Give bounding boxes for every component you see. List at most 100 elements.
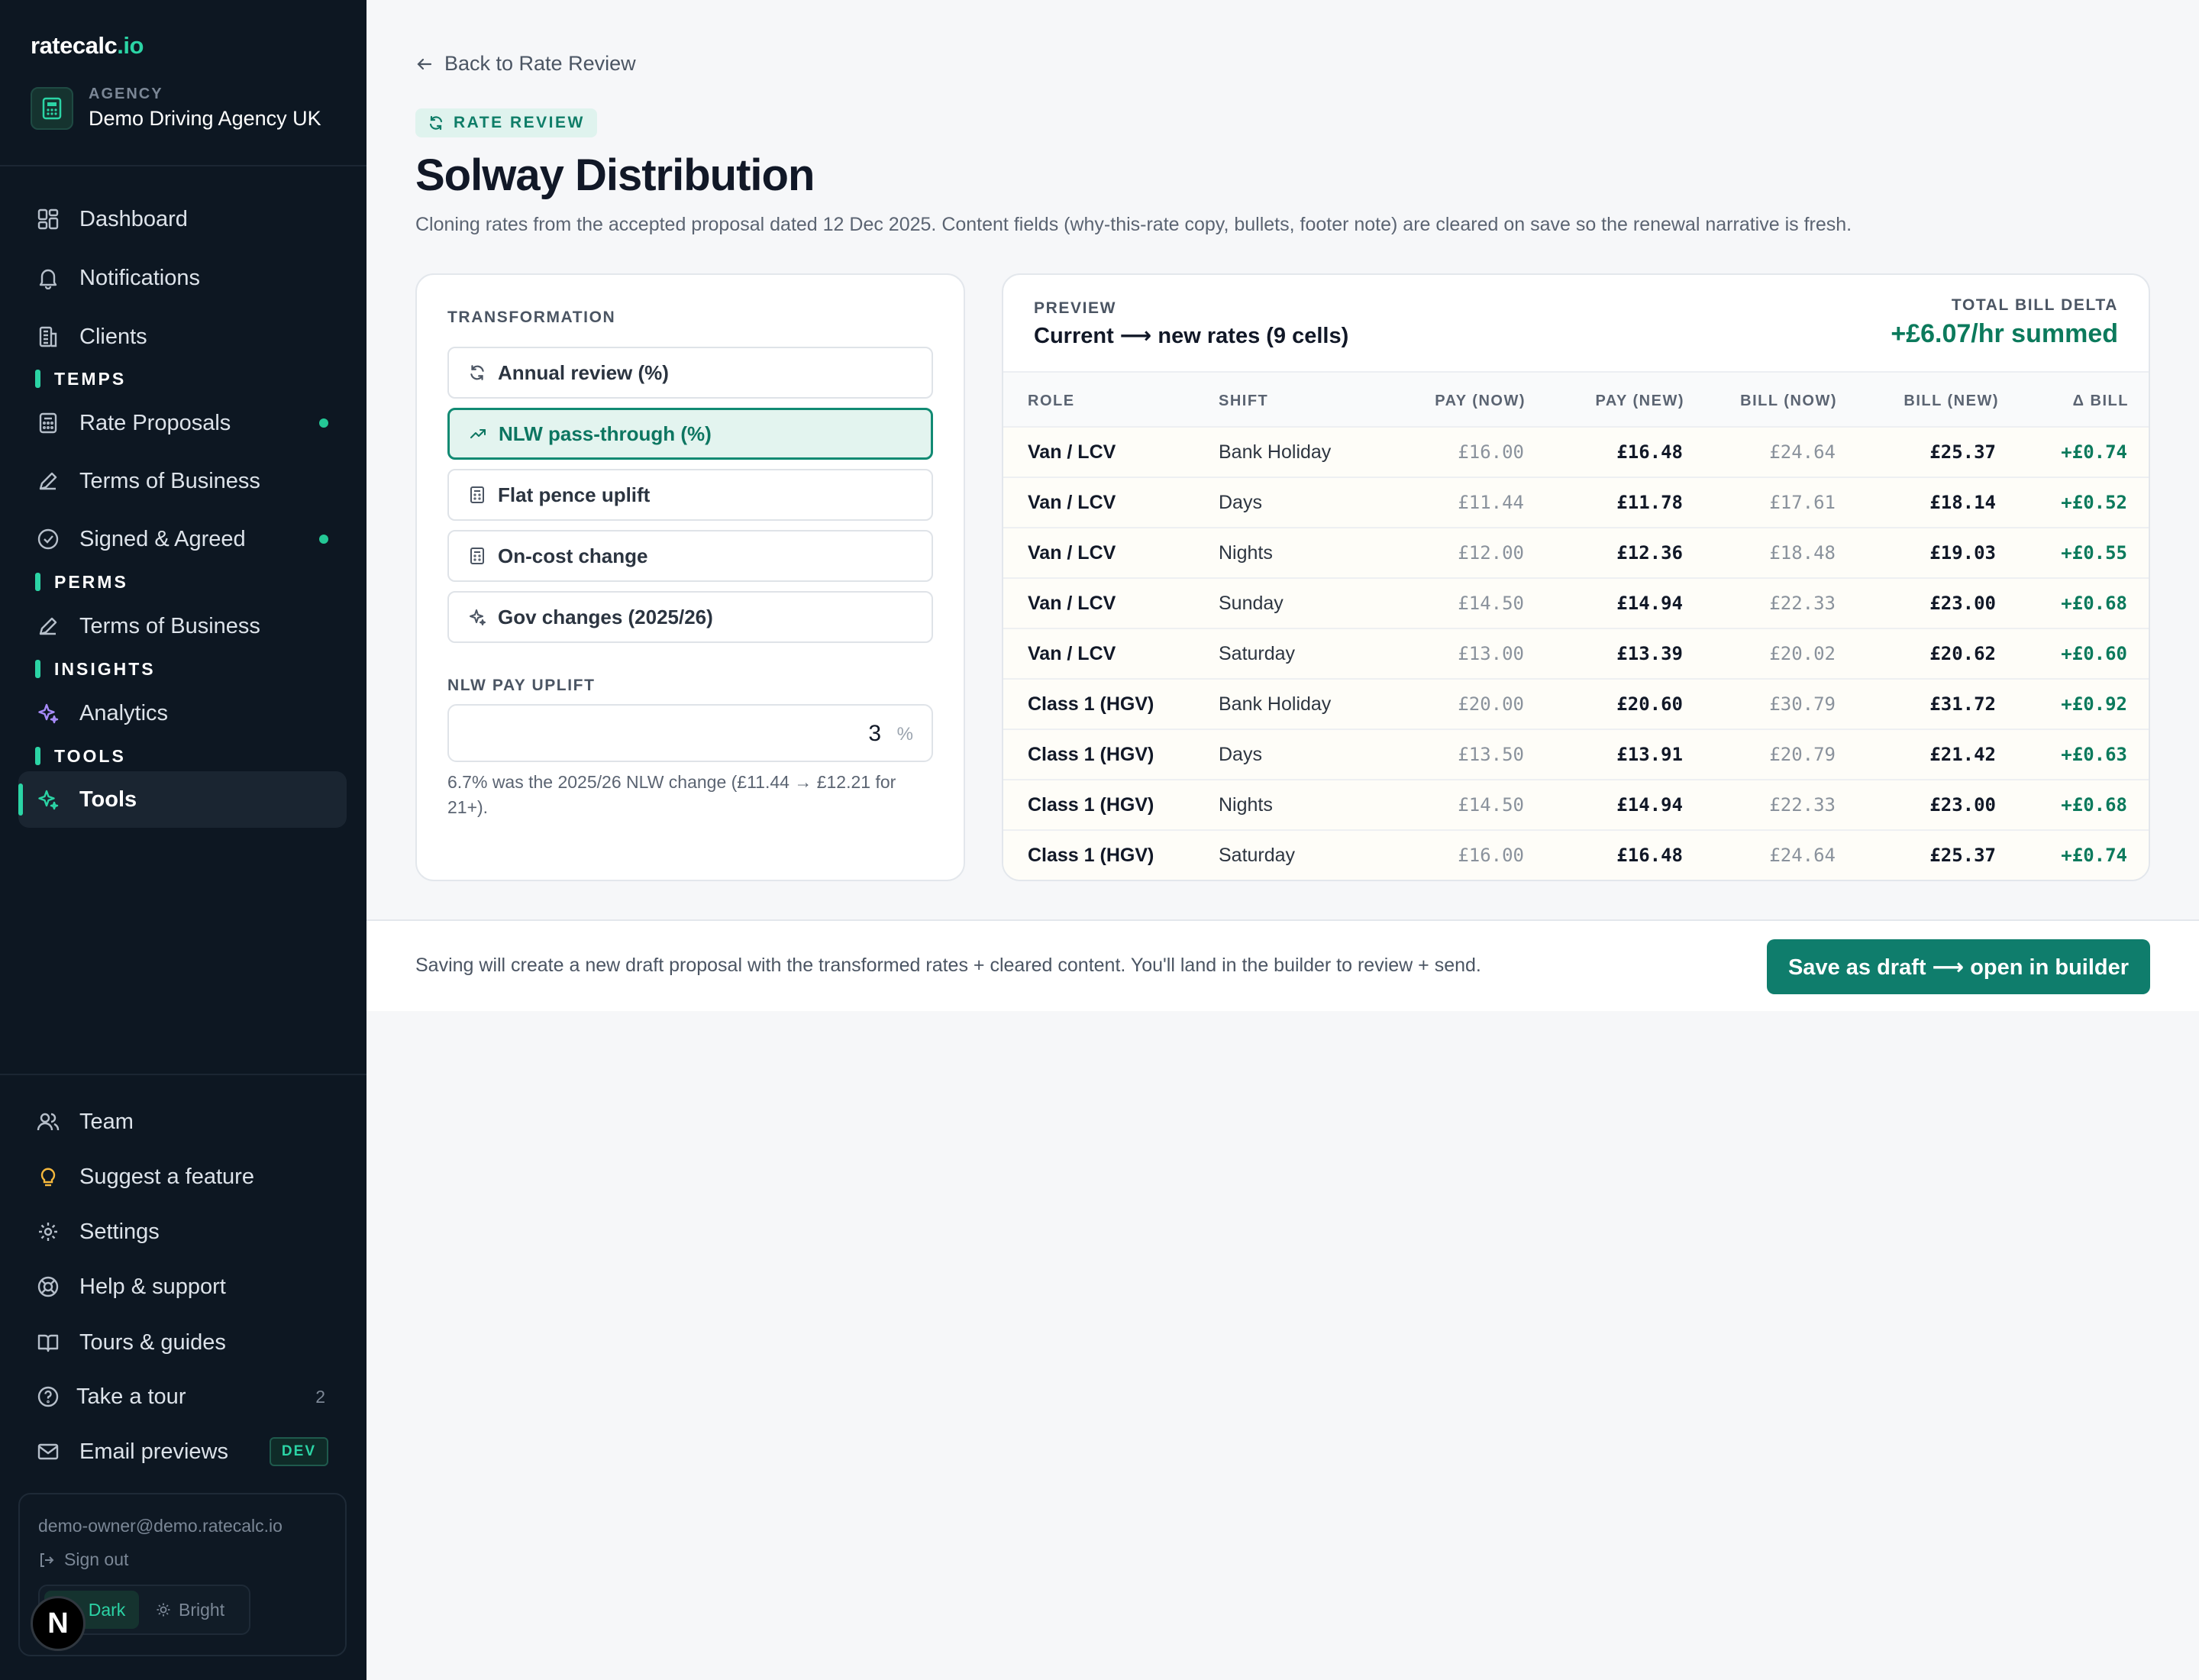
cell-delta-bill: +£0.74	[2061, 845, 2127, 866]
save-draft-button[interactable]: Save as draft ⟶ open in builder	[1767, 939, 2150, 994]
sidebar-item-settings[interactable]: Settings	[18, 1203, 347, 1260]
column-header-bill-new: BILL (NEW)	[1904, 393, 1999, 409]
sidebar-item-team[interactable]: Team	[18, 1094, 347, 1150]
cell-role: Van / LCV	[1028, 542, 1116, 564]
cell-delta-bill: +£0.92	[2061, 693, 2127, 715]
back-link[interactable]: Back to Rate Review	[415, 52, 636, 76]
option-flat-pence-uplift[interactable]: Flat pence uplift	[447, 469, 933, 521]
option-on-cost-change[interactable]: On-cost change	[447, 530, 933, 582]
option-annual-review[interactable]: Annual review (%)	[447, 347, 933, 399]
uplift-hint: 6.7% was the 2025/26 NLW change (£11.44 …	[447, 772, 896, 817]
option-nlw-pass-through[interactable]: NLW pass-through (%)	[447, 408, 933, 460]
sidebar-item-notifications[interactable]: Notifications	[18, 250, 347, 306]
total-delta-value: +£6.07/hr summed	[1891, 319, 2118, 348]
sidebar-item-analytics[interactable]: Analytics	[18, 685, 347, 741]
refresh-icon	[467, 363, 487, 383]
cell-pay-now: £13.00	[1458, 643, 1524, 664]
cell-role: Class 1 (HGV)	[1028, 744, 1154, 765]
cell-pay-new: £14.94	[1616, 593, 1683, 614]
transformation-card: TRANSFORMATION Annual review (%) NLW pas…	[415, 273, 965, 881]
sidebar-divider	[0, 1074, 366, 1075]
sidebar-item-terms-of-business-temps[interactable]: Terms of Business	[18, 453, 347, 509]
sidebar: ratecalc.io AGENCY Demo Driving Agency U…	[0, 0, 366, 1680]
nlw-pay-uplift-input[interactable]: 3 %	[447, 704, 933, 762]
uplift-label: NLW PAY UPLIFT	[447, 677, 596, 694]
sidebar-item-suggest-feature[interactable]: Suggest a feature	[18, 1149, 347, 1205]
page-title: Solway Distribution	[415, 150, 815, 200]
cell-bill-now: £20.02	[1769, 643, 1836, 664]
cell-pay-new: £13.39	[1616, 643, 1683, 664]
agency-kicker: AGENCY	[89, 86, 163, 102]
option-label: NLW pass-through (%)	[499, 422, 712, 445]
building-icon	[35, 324, 61, 350]
users-icon	[35, 1109, 61, 1135]
cell-shift: Sunday	[1219, 593, 1284, 614]
cell-shift: Days	[1219, 744, 1262, 765]
sidebar-item-label: Terms of Business	[79, 613, 260, 638]
cell-shift: Nights	[1219, 542, 1273, 564]
cell-shift: Days	[1219, 492, 1262, 513]
sidebar-item-label: Rate Proposals	[79, 410, 231, 435]
sidebar-item-label: Tools	[79, 787, 137, 812]
cell-bill-now: £20.79	[1769, 744, 1836, 765]
sidebar-item-clients[interactable]: Clients	[18, 309, 347, 365]
cell-role: Class 1 (HGV)	[1028, 693, 1154, 715]
cell-pay-now: £12.00	[1458, 542, 1524, 564]
column-header-delta-bill: Δ BILL	[2072, 393, 2129, 409]
dashboard-icon	[35, 206, 61, 232]
sidebar-item-tours[interactable]: Tours & guides	[18, 1314, 347, 1371]
gear-icon	[35, 1219, 61, 1245]
table-row: Van / LCV Bank Holiday £16.00 £16.48 £24.64 £…	[1003, 426, 2149, 477]
dev-badge: DEV	[269, 1437, 328, 1466]
cell-bill-new: £31.72	[1929, 693, 1996, 715]
table-row: Class 1 (HGV) Days £13.50 £13.91 £20.79 £21.4…	[1003, 729, 2149, 779]
section-label-insights: INSIGHTS	[35, 658, 156, 680]
book-icon	[35, 1329, 61, 1355]
cell-pay-new: £12.36	[1616, 542, 1683, 564]
sparkle-icon	[467, 607, 487, 627]
save-footer-text: Saving will create a new draft proposal …	[415, 955, 1481, 976]
mail-icon	[35, 1439, 61, 1465]
table-row: Van / LCV Days £11.44 £11.78 £17.61 £18.14 +£0…	[1003, 477, 2149, 527]
sidebar-item-label: Analytics	[79, 700, 169, 725]
sidebar-item-rate-proposals[interactable]: Rate Proposals	[18, 395, 347, 451]
cell-bill-new: £25.37	[1929, 845, 1996, 866]
cell-pay-new: £16.48	[1616, 441, 1683, 463]
sign-out-link[interactable]: Sign out	[38, 1549, 128, 1570]
cell-pay-now: £16.00	[1458, 441, 1524, 463]
cell-pay-new: £20.60	[1616, 693, 1683, 715]
sidebar-item-help[interactable]: Help & support	[18, 1258, 347, 1315]
sidebar-item-take-tour[interactable]: Take a tour 2	[18, 1368, 347, 1425]
theme-bright-option[interactable]: Bright	[147, 1591, 246, 1629]
cell-bill-now: £18.48	[1769, 542, 1836, 564]
agency-switcher[interactable]: AGENCY Demo Driving Agency UK	[31, 84, 351, 133]
sign-out-label: Sign out	[64, 1549, 129, 1569]
account-email: demo-owner@demo.ratecalc.io	[38, 1516, 283, 1536]
cell-bill-now: £24.64	[1769, 441, 1836, 463]
cell-pay-now: £14.50	[1458, 593, 1524, 614]
cell-pay-new: £14.94	[1616, 794, 1683, 816]
cell-shift: Bank Holiday	[1219, 441, 1332, 463]
sidebar-item-tools[interactable]: Tools	[18, 771, 347, 828]
help-circle-icon	[35, 1384, 61, 1410]
option-label: On-cost change	[498, 544, 648, 567]
sidebar-item-dashboard[interactable]: Dashboard	[18, 191, 347, 247]
option-gov-changes[interactable]: Gov changes (2025/26)	[447, 591, 933, 643]
section-label-tools: TOOLS	[35, 745, 126, 767]
sidebar-item-label: Settings	[79, 1219, 160, 1244]
page-subtitle: Cloning rates from the accepted proposal…	[415, 214, 1852, 235]
cell-bill-now: £24.64	[1769, 845, 1836, 866]
cell-delta-bill: +£0.55	[2061, 542, 2127, 564]
table-row: Van / LCV Saturday £13.00 £13.39 £20.02 £20.6…	[1003, 628, 2149, 678]
avatar[interactable]: N	[31, 1596, 86, 1651]
sidebar-item-email-previews[interactable]: Email previews DEV	[18, 1423, 347, 1480]
column-header-pay-now: PAY (NOW)	[1435, 393, 1526, 409]
sidebar-item-terms-of-business-perms[interactable]: Terms of Business	[18, 598, 347, 654]
cell-role: Class 1 (HGV)	[1028, 794, 1154, 816]
column-header-bill-now: BILL (NOW)	[1740, 393, 1837, 409]
sidebar-item-signed-agreed[interactable]: Signed & Agreed	[18, 511, 347, 567]
brand-logo[interactable]: ratecalc.io	[31, 32, 144, 60]
cell-pay-new: £16.48	[1616, 845, 1683, 866]
cell-pay-now: £11.44	[1458, 492, 1524, 513]
sidebar-item-label: Suggest a feature	[79, 1164, 254, 1189]
